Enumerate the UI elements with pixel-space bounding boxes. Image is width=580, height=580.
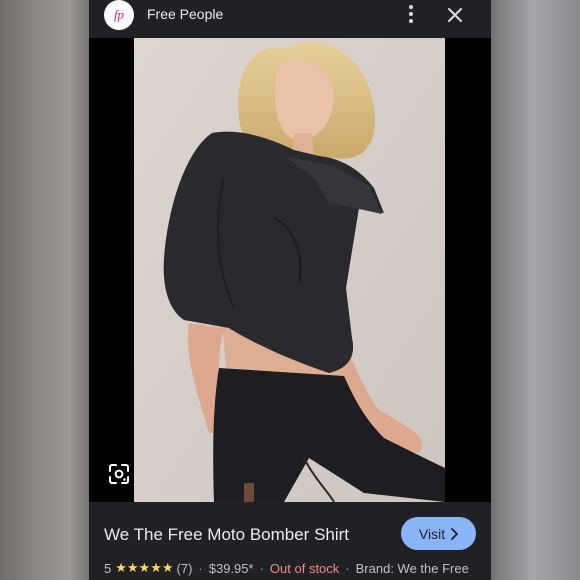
google-lens-button[interactable] [107, 462, 131, 486]
separator-dot: · [345, 560, 350, 576]
rating-stars: ★★★★★ [115, 560, 174, 575]
stock-status: Out of stock [269, 560, 340, 576]
chevron-right-icon [451, 527, 458, 540]
site-name[interactable]: Free People [147, 6, 223, 22]
price: $39.95* [208, 560, 254, 576]
product-image-area[interactable] [89, 38, 491, 502]
svg-text:fp: fp [114, 7, 125, 22]
review-count[interactable]: (7) [177, 561, 193, 576]
close-icon [448, 8, 462, 22]
product-photo[interactable] [134, 38, 445, 502]
google-lens-icon [109, 464, 129, 484]
separator-dot: · [259, 560, 264, 576]
free-people-logo-icon: fp [114, 7, 125, 22]
site-logo[interactable]: fp [104, 0, 134, 30]
product-title[interactable]: We The Free Moto Bomber Shirt [104, 525, 349, 545]
separator-dot: · [198, 560, 203, 576]
visit-button[interactable]: Visit [401, 517, 476, 550]
rating-value: 5 [104, 560, 112, 576]
search-result-panel: fp Free People We The Free Moto Bomber S… [89, 0, 491, 580]
visit-button-label: Visit [418, 525, 446, 542]
close-button[interactable] [444, 4, 466, 26]
brand-label: Brand: We the Free [355, 560, 469, 576]
top-bar: fp Free People [89, 0, 491, 38]
more-options-button[interactable] [401, 3, 421, 25]
product-meta: 5 ★★★★★ (7) · $39.95* · Out of stock · B… [104, 560, 469, 576]
more-vert-icon [409, 5, 413, 9]
